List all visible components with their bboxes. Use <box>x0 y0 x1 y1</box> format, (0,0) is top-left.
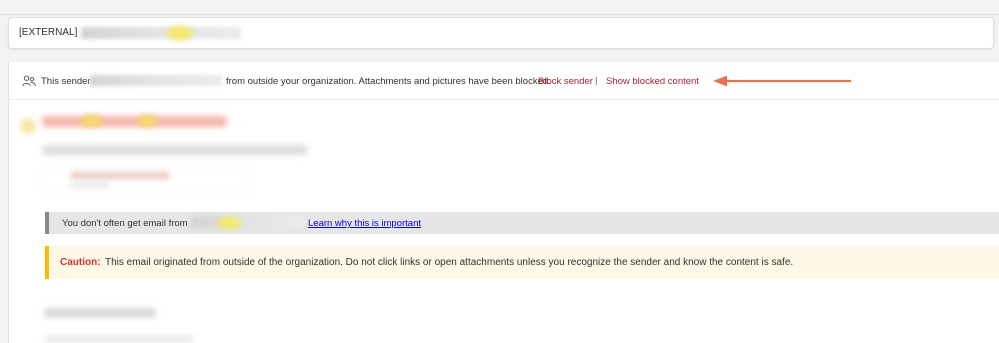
caution-label: Caution: <box>60 257 101 268</box>
subject-redacted-text <box>81 27 241 39</box>
subject-external-tag: [EXTERNAL] <box>19 27 78 38</box>
subject-header: [EXTERNAL] <box>8 17 994 49</box>
attachment-card-redacted <box>44 166 251 195</box>
first-contact-redaction-highlight <box>217 217 241 229</box>
infobar-text-start: This sender <box>41 76 91 87</box>
first-contact-redacted-sender <box>191 216 305 229</box>
sender-name-highlight-2 <box>136 115 158 127</box>
sender-name-highlight <box>80 115 104 127</box>
body-text-redacted <box>44 308 156 318</box>
show-blocked-content-link[interactable]: Show blocked content <box>606 76 699 87</box>
attachment-size-redacted <box>70 183 110 188</box>
annotation-arrow-icon <box>713 75 851 87</box>
top-toolbar-strip <box>0 0 999 15</box>
block-sender-link[interactable]: Block sender <box>538 76 593 87</box>
learn-why-link[interactable]: Learn why this is important <box>308 218 421 229</box>
infobar-divider <box>8 99 999 100</box>
email-window: [EXTERNAL] This sender from outside your… <box>0 0 999 343</box>
caution-message: This email originated from outside of th… <box>105 257 794 268</box>
first-contact-notice: You don't often get email from Learn why… <box>45 212 999 234</box>
people-icon <box>22 75 36 87</box>
infobar-redacted-sender <box>90 75 222 86</box>
body-text-redacted-2 <box>44 336 194 342</box>
caution-banner: Caution: This email originated from outs… <box>45 246 999 279</box>
attachment-name-redacted <box>70 172 170 179</box>
infobar-text-end: from outside your organization. Attachme… <box>226 76 551 87</box>
sender-name-redacted <box>42 116 227 127</box>
first-contact-text: You don't often get email from <box>62 218 188 229</box>
subject-redaction-highlight <box>167 26 193 40</box>
sender-avatar <box>20 118 36 134</box>
recipient-line-redacted <box>42 145 307 155</box>
blocked-content-infobar: This sender from outside your organizati… <box>12 70 812 92</box>
infobar-separator: | <box>595 75 598 86</box>
reading-pane <box>8 62 999 343</box>
